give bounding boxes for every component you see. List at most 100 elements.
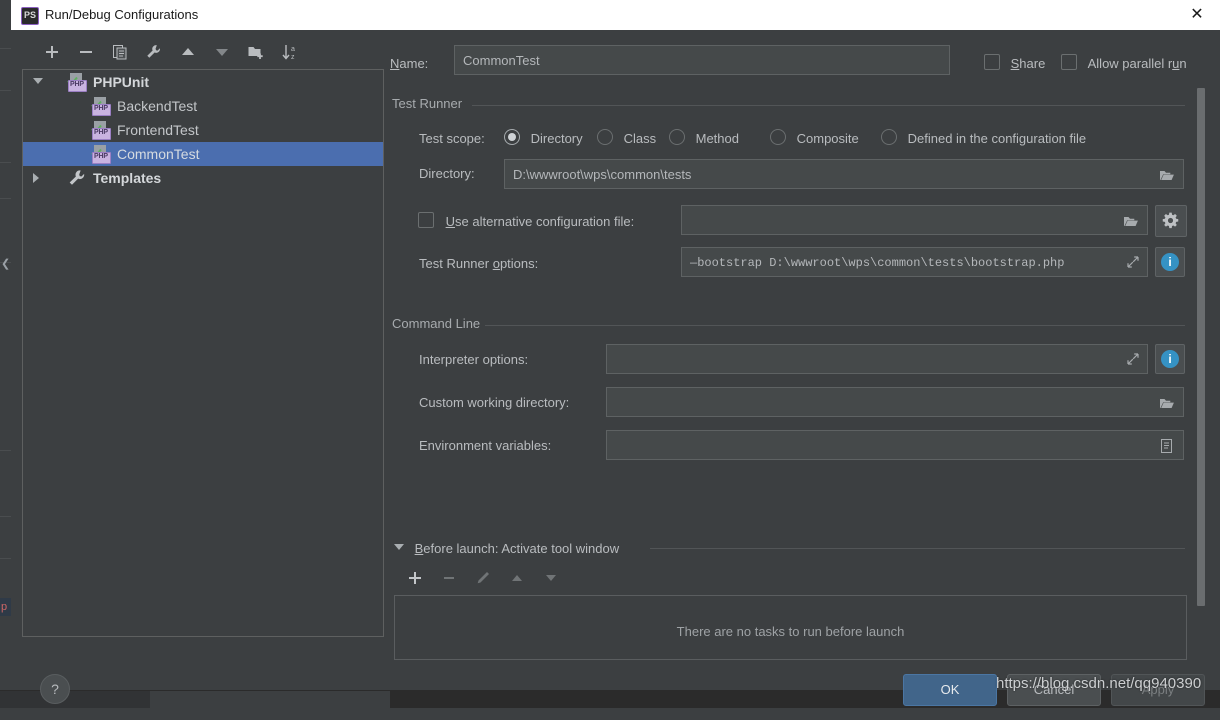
php-test-icon: PHP [67, 72, 89, 92]
help-button[interactable]: ? [40, 674, 70, 704]
before-launch-collapse-toggle[interactable]: Before launch: Activate tool window [394, 541, 619, 556]
name-input[interactable]: CommonTest [454, 45, 950, 75]
tree-node-phpunit[interactable]: PHP PHPUnit [23, 70, 383, 94]
dialog-footer: ? OK Cancel Apply [22, 665, 1220, 720]
before-launch-tasks-list[interactable]: There are no tasks to run before launch [394, 595, 1187, 660]
interpreter-options-info-button[interactable]: i [1155, 344, 1185, 374]
expand-editor-icon[interactable] [1127, 353, 1139, 365]
allow-parallel-run-checkbox[interactable]: Allow parallel run [1061, 50, 1187, 78]
copy-configuration-button[interactable] [107, 39, 133, 65]
sort-configurations-button[interactable]: a z [277, 39, 303, 65]
test-scope-label: Test scope: [419, 131, 485, 146]
edit-task-button[interactable] [470, 565, 496, 591]
dialog-body: a z PHP PHPUnit PHP BackendTest PHP Fron… [11, 30, 1220, 706]
browse-folder-icon[interactable] [1159, 167, 1175, 186]
env-vars-browse-icon[interactable] [1159, 438, 1174, 457]
gutter-php-marker: p [0, 598, 11, 616]
configuration-editor-panel: Name: CommonTest Share Allow parallel ru… [384, 30, 1220, 665]
radio-defined-in-config[interactable] [881, 129, 897, 145]
test-runner-options-input[interactable]: —bootstrap D:\wwwroot\wps\common\tests\b… [681, 247, 1148, 277]
remove-configuration-button[interactable] [73, 39, 99, 65]
radio-method-label: Method [695, 131, 739, 146]
close-icon[interactable]: ✕ [1174, 0, 1220, 30]
share-checkbox-box[interactable] [984, 54, 1000, 70]
dialog-title-bar: PS Run/Debug Configurations ✕ [11, 0, 1220, 31]
before-launch-label: Before launch: Activate tool window [414, 541, 620, 556]
watermark-overlay: https://blog.csdn.net/qq940390 [996, 675, 1202, 692]
configurations-panel: a z PHP PHPUnit PHP BackendTest PHP Fron… [22, 35, 384, 665]
command-line-group-label: Command Line [392, 316, 481, 331]
svg-text:z: z [291, 54, 295, 61]
allow-parallel-run-checkbox-box[interactable] [1061, 54, 1077, 70]
directory-input[interactable]: D:\wwwroot\wps\common\tests [504, 159, 1184, 189]
test-scope-radio-method[interactable]: Method [669, 129, 739, 146]
add-configuration-button[interactable] [39, 39, 65, 65]
test-scope-radio-defined-in-config[interactable]: Defined in the configuration file [881, 129, 1086, 146]
interpreter-options-label: Interpreter options: [419, 352, 529, 367]
dialog-title: Run/Debug Configurations [45, 7, 199, 22]
radio-class-label: Class [623, 131, 657, 146]
tree-node-label: FrontendTest [117, 122, 199, 138]
test-scope-radio-composite[interactable]: Composite [770, 129, 859, 146]
new-folder-button[interactable] [243, 39, 269, 65]
environment-variables-input[interactable] [606, 430, 1184, 460]
test-runner-options-info-button[interactable]: i [1155, 247, 1185, 277]
svg-text:a: a [291, 46, 295, 53]
configurations-toolbar: a z [22, 35, 384, 69]
no-tasks-message: There are no tasks to run before launch [676, 624, 905, 639]
chevron-down-icon[interactable] [33, 78, 43, 84]
expand-editor-icon[interactable] [1127, 256, 1139, 268]
move-down-button[interactable] [209, 39, 235, 65]
phpstorm-icon: PS [21, 7, 39, 25]
remove-task-button[interactable] [436, 565, 462, 591]
radio-composite[interactable] [770, 129, 786, 145]
tree-node-label: PHPUnit [93, 74, 149, 90]
use-alt-config-label: Use alternative configuration file: [445, 214, 635, 229]
gutter-marker-icon: ❮ [1, 258, 11, 270]
run-debug-configurations-dialog: PS Run/Debug Configurations ✕ a z PHP PH… [11, 0, 1220, 706]
info-icon: i [1161, 350, 1179, 368]
radio-class[interactable] [597, 129, 613, 145]
radio-composite-label: Composite [796, 131, 859, 146]
alt-config-input[interactable] [681, 205, 1148, 235]
name-label: Name: [390, 56, 429, 71]
interpreter-options-input[interactable] [606, 344, 1148, 374]
tree-node-commontest[interactable]: PHP CommonTest [23, 142, 383, 166]
test-scope-radio-class[interactable]: Class [597, 129, 656, 146]
custom-working-directory-label: Custom working directory: [419, 395, 570, 410]
edit-templates-button[interactable] [141, 39, 167, 65]
group-divider [485, 325, 1185, 326]
ok-button[interactable]: OK [903, 674, 997, 706]
radio-method[interactable] [669, 129, 685, 145]
group-divider [650, 548, 1185, 549]
directory-label: Directory: [419, 166, 475, 181]
environment-variables-label: Environment variables: [419, 438, 552, 453]
test-scope-radio-directory[interactable]: Directory [504, 129, 583, 146]
php-test-icon: PHP [91, 120, 113, 140]
task-move-up-button[interactable] [504, 565, 530, 591]
browse-folder-icon[interactable] [1159, 395, 1175, 414]
custom-working-directory-input[interactable] [606, 387, 1184, 417]
alt-config-settings-button[interactable] [1155, 205, 1187, 237]
task-move-down-button[interactable] [538, 565, 564, 591]
move-up-button[interactable] [175, 39, 201, 65]
use-alt-config-checkbox[interactable]: Use alternative configuration file: [418, 212, 634, 229]
use-alt-config-checkbox-box[interactable] [418, 212, 434, 228]
tree-node-label: Templates [93, 170, 162, 186]
tree-node-frontendtest[interactable]: PHP FrontendTest [23, 118, 383, 142]
configurations-tree[interactable]: PHP PHPUnit PHP BackendTest PHP Frontend… [22, 69, 384, 637]
help-icon: ? [51, 681, 59, 697]
info-icon: i [1161, 253, 1179, 271]
php-test-icon: PHP [91, 144, 113, 164]
browse-folder-icon[interactable] [1123, 213, 1139, 232]
form-scrollbar-thumb[interactable] [1197, 88, 1205, 606]
chevron-right-icon[interactable] [33, 173, 39, 183]
tree-node-templates[interactable]: Templates [23, 166, 383, 190]
screenshot-root: ❮ p PS Run/Debug Configurations ✕ a z PH… [0, 0, 1220, 708]
add-task-button[interactable] [402, 565, 428, 591]
chevron-down-icon[interactable] [394, 544, 404, 550]
test-runner-group-label: Test Runner [392, 96, 463, 111]
share-checkbox[interactable]: Share [984, 50, 1045, 78]
radio-directory[interactable] [504, 129, 520, 145]
tree-node-backendtest[interactable]: PHP BackendTest [23, 94, 383, 118]
